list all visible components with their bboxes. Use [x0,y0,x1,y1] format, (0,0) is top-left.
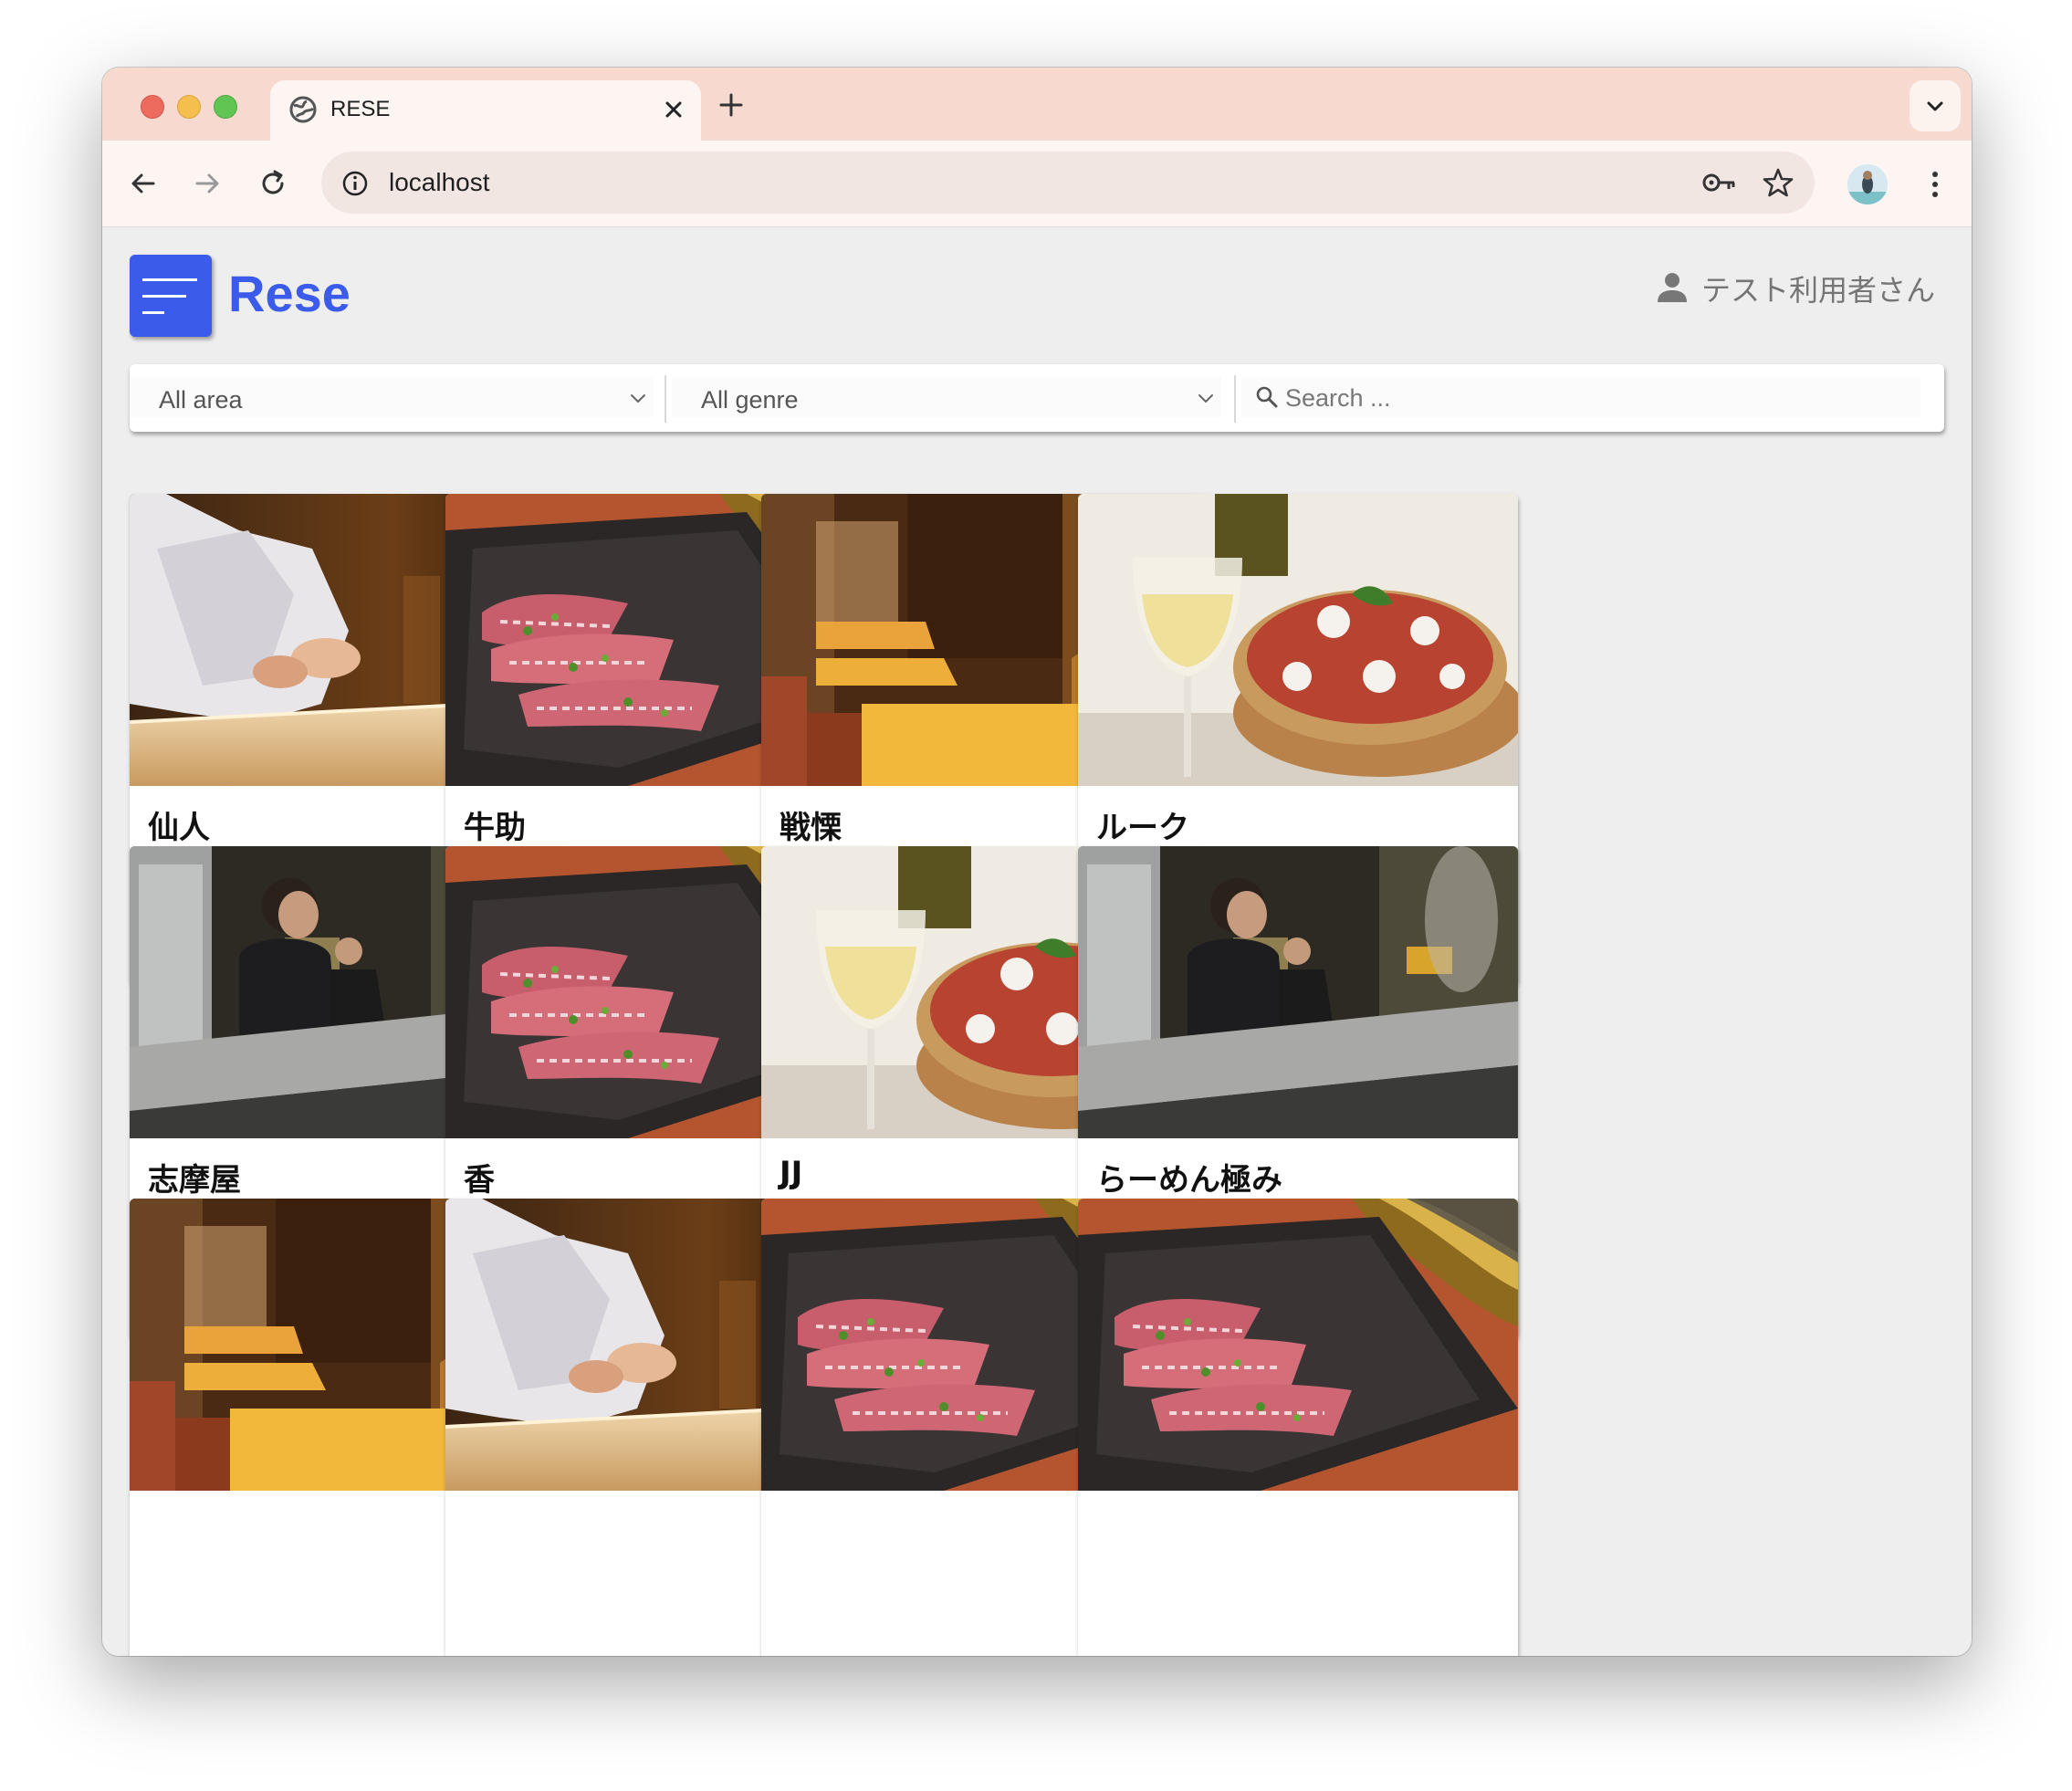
page-content: Rese テスト利用者さん All area All genre Search … [102,227,1972,1656]
shop-name: 志摩屋 [148,1162,241,1199]
shop-name: JJ [780,1155,803,1191]
shop-name: らーめん極み [1096,1162,1282,1199]
avatar-image [1847,164,1888,204]
shop-card [1078,1199,1518,1656]
minimize-window-button[interactable] [177,95,201,119]
menu-button[interactable] [130,255,212,337]
forward-arrow-icon[interactable] [192,168,223,199]
tab-title: RESE [330,97,391,121]
area-select-box[interactable]: All area [130,377,654,417]
genre-select-value: All genre [701,386,799,414]
info-icon[interactable] [341,170,369,197]
shop-name: 牛助 [464,810,526,846]
tab-search-button[interactable] [1910,80,1961,131]
menu-line-icon [142,295,186,298]
genre-select-box[interactable]: All genre [672,377,1221,417]
shop-name: 戦慄 [780,810,842,846]
shop-name: ルーク [1096,810,1189,846]
person-icon [1658,273,1687,302]
user-menu[interactable]: テスト利用者さん [1654,266,1944,309]
profile-avatar[interactable] [1847,164,1888,204]
bookmark-star-icon[interactable] [1762,166,1795,199]
back-arrow-icon[interactable] [128,168,159,199]
shop-name: 仙人 [148,810,210,846]
more-vertical-icon[interactable] [1919,166,1952,203]
filter-divider [1234,375,1236,423]
chevron-down-icon [1927,101,1943,111]
shop-image [1078,1199,1518,1491]
filter-divider [665,375,666,423]
menu-line-icon [142,278,197,281]
browser-tab[interactable]: RESE [270,80,701,141]
chevron-down-icon [1198,394,1213,403]
menu-line-icon [142,311,164,314]
url-text: localhost [389,168,490,196]
browser-toolbar: localhost [102,141,1972,227]
close-window-button[interactable] [141,95,164,119]
new-tab-icon[interactable] [717,91,745,119]
tab-strip: RESE [102,68,1972,141]
shop-image [1078,846,1518,1138]
site-logo[interactable]: Rese [228,264,351,323]
shop-image [1078,494,1518,786]
close-icon[interactable] [661,97,686,122]
globe-icon [289,96,317,123]
maximize-window-button[interactable] [214,95,237,119]
browser-window: RESE localhost Rese テスト利用者さん All area Al… [102,68,1972,1656]
search-input[interactable] [1283,379,1908,417]
shop-name: 香 [464,1162,495,1199]
genre-select[interactable]: All genre [672,364,1232,432]
area-select[interactable]: All area [130,364,665,432]
search-icon [1256,386,1278,408]
user-name: テスト利用者さん [1701,273,1936,308]
filter-bar: All area All genre [130,364,1944,432]
reload-icon[interactable] [257,168,288,199]
area-select-value: All area [159,386,243,414]
address-bar[interactable]: localhost [321,152,1815,214]
chevron-down-icon [631,394,645,403]
search-box[interactable] [1241,377,1920,417]
key-icon[interactable] [1701,168,1738,197]
